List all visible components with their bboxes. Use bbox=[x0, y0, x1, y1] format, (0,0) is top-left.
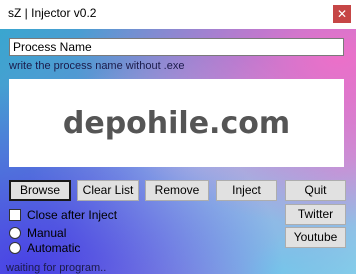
status-text: waiting for program.. bbox=[6, 262, 107, 274]
manual-radio[interactable] bbox=[9, 227, 21, 239]
title-bar: sZ | Injector v0.2 ✕ bbox=[0, 0, 356, 29]
automatic-label: Automatic bbox=[27, 241, 81, 255]
close-after-inject-option[interactable]: Close after Inject bbox=[9, 208, 117, 222]
window-title: sZ | Injector v0.2 bbox=[8, 6, 97, 20]
inject-button[interactable]: Inject bbox=[216, 180, 277, 201]
automatic-radio[interactable] bbox=[9, 242, 21, 254]
manual-label: Manual bbox=[27, 226, 67, 240]
quit-button[interactable]: Quit bbox=[285, 180, 346, 201]
banner-logo-text: depohile.com bbox=[62, 105, 291, 141]
process-name-input[interactable] bbox=[9, 38, 344, 56]
browse-button[interactable]: Browse bbox=[9, 180, 71, 201]
clear-list-button[interactable]: Clear List bbox=[77, 180, 139, 201]
close-after-inject-checkbox[interactable] bbox=[9, 209, 21, 221]
twitter-button[interactable]: Twitter bbox=[285, 204, 346, 225]
banner-image: depohile.com bbox=[9, 79, 344, 167]
injector-window: sZ | Injector v0.2 ✕ write the process n… bbox=[0, 0, 356, 274]
automatic-option[interactable]: Automatic bbox=[9, 241, 80, 255]
manual-option[interactable]: Manual bbox=[9, 226, 66, 240]
youtube-button[interactable]: Youtube bbox=[285, 227, 346, 248]
remove-button[interactable]: Remove bbox=[145, 180, 209, 201]
close-button[interactable]: ✕ bbox=[333, 5, 351, 23]
process-hint: write the process name without .exe bbox=[9, 60, 185, 72]
close-after-inject-label: Close after Inject bbox=[27, 208, 118, 222]
